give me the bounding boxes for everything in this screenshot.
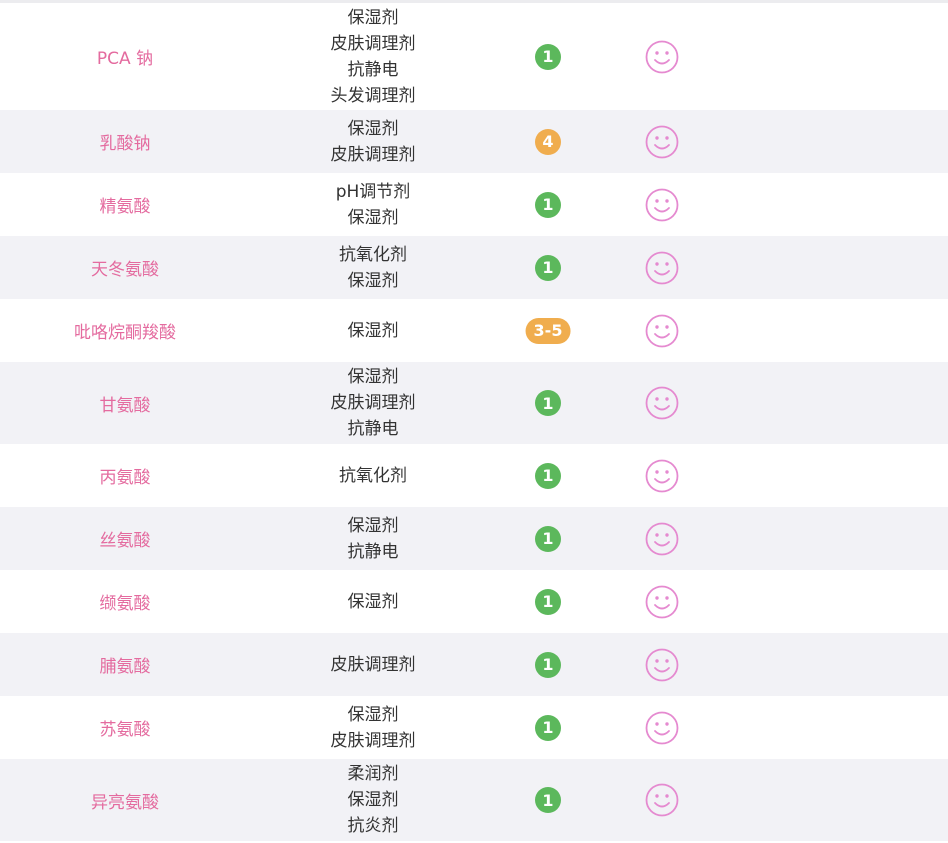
usage-item: 保湿剂 <box>347 270 399 291</box>
usage-list: 保湿剂 皮肤调理剂 <box>331 116 416 168</box>
safety-score-badge: 1 <box>535 43 561 70</box>
smile-face-icon <box>645 125 679 159</box>
usage-item: 保湿剂 <box>347 320 399 341</box>
smile-face-icon <box>645 314 679 348</box>
usage-list: 抗氧化剂 保湿剂 <box>339 242 407 294</box>
table-row: 苏氨酸 保湿剂皮肤调理剂 1 <box>0 696 948 759</box>
usage-item: 保湿剂 <box>347 207 399 228</box>
table-row: 丙氨酸 抗氧化剂 1 <box>0 444 948 507</box>
usage-item: 皮肤调理剂 <box>330 144 416 165</box>
usage-list: 保湿剂 抗静电 <box>348 513 399 565</box>
smile-face-icon <box>645 459 679 493</box>
usage-item: 保湿剂 <box>347 591 399 612</box>
smile-face-icon <box>645 251 679 285</box>
usage-list: 保湿剂 <box>348 589 399 615</box>
usage-list: 保湿剂 皮肤调理剂 <box>331 702 416 754</box>
usage-item: 皮肤调理剂 <box>330 393 416 413</box>
usage-item: 保湿剂 <box>347 790 399 810</box>
usage-list: 保湿剂 <box>348 318 399 344</box>
safety-score-badge: 4 <box>535 128 561 155</box>
safety-score-badge: 1 <box>535 787 561 813</box>
smile-face-icon <box>645 386 679 420</box>
ingredient-name-link[interactable]: 丝氨酸 <box>100 526 151 551</box>
safety-score-badge: 1 <box>535 390 561 416</box>
ingredient-name-link[interactable]: 缬氨酸 <box>100 589 151 614</box>
usage-list: 抗氧化剂 <box>339 463 407 489</box>
smile-face-icon <box>645 585 679 619</box>
usage-item: 抗静电 <box>347 59 399 80</box>
safety-score-badge: 1 <box>535 714 561 741</box>
usage-list: pH调节剂保湿剂 <box>336 179 411 231</box>
smile-face-icon <box>645 522 679 556</box>
table-row: 缬氨酸 保湿剂 1 <box>0 570 948 633</box>
table-row: 天冬氨酸 抗氧化剂保湿剂 1 <box>0 236 948 299</box>
table-row: 甘氨酸 保湿剂皮肤调理剂抗静电 1 <box>0 362 948 444</box>
safety-score-badge: 1 <box>535 651 561 678</box>
table-row: 乳酸钠 保湿剂皮肤调理剂 4 <box>0 110 948 173</box>
usage-item: 抗静电 <box>347 419 399 439</box>
ingredient-name-link[interactable]: 脯氨酸 <box>100 652 151 677</box>
usage-item: 抗静电 <box>347 541 399 562</box>
ingredient-name-link[interactable]: 乳酸钠 <box>100 129 151 154</box>
usage-item: 抗炎剂 <box>347 816 399 836</box>
smile-face-icon <box>645 783 679 817</box>
ingredient-name-link[interactable]: 苏氨酸 <box>100 715 151 740</box>
usage-list: 保湿剂皮肤调理剂抗静电头发调理剂 <box>331 5 416 109</box>
smile-face-icon <box>645 711 679 745</box>
table-row: PCA 钠 保湿剂皮肤调理剂抗静电头发调理剂 1 <box>0 3 948 110</box>
usage-item: 头发调理剂 <box>330 85 416 106</box>
usage-item: 保湿剂 <box>347 367 399 387</box>
smile-face-icon <box>645 648 679 682</box>
usage-item: 保湿剂 <box>347 118 399 139</box>
ingredient-name-link[interactable]: 甘氨酸 <box>100 391 151 416</box>
ingredient-table: PCA 钠保湿剂 皮肤调理剂 抗静电 头发调理剂 1 乳酸钠 保湿剂 皮肤调理剂 4 精氨酸 pH调… <box>0 3 948 841</box>
table-row: 精氨酸 pH调节剂保湿剂 1 <box>0 173 948 236</box>
safety-score-badge: 1 <box>535 462 561 489</box>
usage-list: 皮肤调理剂 <box>331 652 416 678</box>
safety-score-badge: 3-5 <box>525 317 571 344</box>
ingredient-name-link[interactable]: 吡咯烷酮羧酸 <box>74 318 176 343</box>
table-row: 丝氨酸 保湿剂抗静电 1 <box>0 507 948 570</box>
ingredient-name-link[interactable]: 精氨酸 <box>100 192 151 217</box>
smile-face-icon <box>645 40 679 74</box>
table-row: 脯氨酸 皮肤调理剂 1 <box>0 633 948 696</box>
ingredient-name-link[interactable]: PCA 钠 <box>97 44 153 69</box>
usage-item: 抗氧化剂 <box>339 244 407 265</box>
table-row: 吡咯烷酮羧酸 保湿剂 3-5 <box>0 299 948 362</box>
usage-item: 皮肤调理剂 <box>330 654 416 675</box>
safety-score-badge: 1 <box>535 525 561 552</box>
usage-item: 抗氧化剂 <box>339 465 407 486</box>
ingredient-name-link[interactable]: 天冬氨酸 <box>91 255 159 280</box>
ingredient-name-link[interactable]: 丙氨酸 <box>100 463 151 488</box>
ingredient-name-link[interactable]: 异亮氨酸 <box>91 788 159 813</box>
safety-score-badge: 1 <box>535 588 561 615</box>
usage-item: 皮肤调理剂 <box>330 33 416 54</box>
usage-list: 柔润剂 保湿剂 抗炎剂 <box>348 761 399 839</box>
safety-score-badge: 1 <box>535 191 561 218</box>
usage-item: 保湿剂 <box>347 7 399 28</box>
usage-item: 保湿剂 <box>347 515 399 536</box>
usage-item: 皮肤调理剂 <box>330 730 416 751</box>
usage-item: 保湿剂 <box>347 704 399 725</box>
smile-face-icon <box>645 188 679 222</box>
usage-item: pH调节剂 <box>335 181 411 202</box>
usage-list: 保湿剂皮肤调理剂抗静电 <box>331 364 416 442</box>
table-row: 异亮氨酸 柔润剂保湿剂抗炎剂 1 <box>0 759 948 841</box>
usage-item: 柔润剂 <box>347 764 399 784</box>
safety-score-badge: 1 <box>535 254 561 281</box>
